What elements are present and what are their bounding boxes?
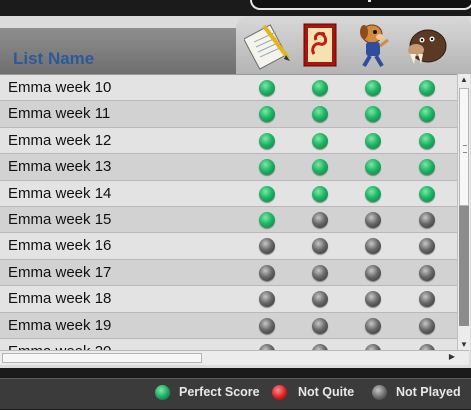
perfect-score-dot [365, 80, 381, 96]
list-row[interactable]: Emma week 15 [0, 206, 457, 234]
perfect-score-dot [365, 185, 381, 202]
list-row[interactable]: Emma week 16 [0, 233, 457, 260]
not-played-dot [312, 238, 328, 255]
perfect-score-dot [419, 132, 435, 149]
notepad-pencil-icon[interactable] [243, 20, 292, 70]
list-row[interactable]: Emma week 10 [0, 75, 457, 102]
perfect-score-dot [419, 185, 435, 202]
scroll-up-icon[interactable]: ▲ [458, 74, 470, 86]
not-played-dot [259, 317, 275, 334]
list-name: Emma week 10 [8, 79, 112, 96]
perfect-score-dot [259, 80, 275, 96]
not-played-dot [365, 317, 381, 334]
not-played-dot [312, 264, 328, 281]
frame-notch [368, 0, 371, 2]
not-played-icon [372, 385, 387, 400]
not-played-dot [365, 291, 381, 308]
list-row[interactable]: Emma week 14 [0, 180, 457, 207]
scroll-right-icon[interactable]: ▶ [449, 352, 455, 361]
not-played-dot [312, 291, 328, 308]
vertical-scrollbar[interactable]: ▲ ▼ [457, 74, 470, 351]
perfect-score-dot [259, 106, 275, 123]
list-row[interactable]: Emma week 12 [0, 127, 457, 155]
scroll-track[interactable] [459, 206, 469, 326]
grip-icon [463, 145, 467, 153]
list-name-header[interactable]: List Name [13, 49, 94, 69]
perfect-score-icon [155, 385, 170, 400]
not-quite-icon [272, 385, 287, 400]
perfect-score-dot [259, 159, 275, 176]
list-row[interactable]: Emma week 18 [0, 286, 457, 313]
legend-perfect-label: Perfect Score [179, 385, 260, 399]
cartoon-dog-icon[interactable] [350, 20, 398, 70]
not-played-dot [419, 238, 435, 255]
perfect-score-dot [312, 159, 328, 176]
perfect-score-dot [312, 185, 328, 202]
not-played-dot [419, 264, 435, 281]
not-played-dot [259, 291, 275, 308]
list-row[interactable]: Emma week 17 [0, 259, 457, 287]
horizontal-scrollbar[interactable]: ▶ [0, 350, 469, 365]
top-frame [250, 0, 471, 10]
perfect-score-dot [312, 132, 328, 149]
scroll-thumb[interactable] [459, 88, 469, 206]
perfect-score-dot [365, 159, 381, 176]
perfect-score-dot [419, 159, 435, 176]
list-name: Emma week 11 [8, 105, 111, 123]
legend-not-played-label: Not Played [396, 385, 461, 399]
not-played-dot [312, 317, 328, 334]
not-played-dot [419, 211, 435, 228]
not-played-dot [365, 238, 381, 255]
list-name: Emma week 12 [8, 131, 112, 149]
dragon-scroll-icon[interactable] [296, 20, 344, 70]
list-name: Emma week 16 [8, 237, 112, 255]
perfect-score-dot [365, 106, 381, 123]
perfect-score-dot [259, 132, 275, 149]
list-row[interactable]: Emma week 13 [0, 154, 457, 181]
scores-grid: Emma week 10 Emma week 11 Emma week 12 Emma… [0, 74, 457, 351]
not-played-dot [365, 211, 381, 228]
list-name: Emma week 17 [8, 263, 112, 281]
perfect-score-dot [259, 211, 275, 228]
walrus-icon[interactable] [402, 20, 450, 70]
not-played-dot [259, 264, 275, 281]
perfect-score-dot [419, 80, 435, 96]
not-played-dot [419, 317, 435, 334]
perfect-score-dot [419, 106, 435, 123]
not-played-dot [365, 264, 381, 281]
perfect-score-dot [259, 185, 275, 202]
perfect-score-dot [365, 132, 381, 149]
perfect-score-dot [312, 80, 328, 96]
legend-bar: Perfect Score Not Quite Not Played [0, 378, 471, 409]
hscroll-thumb[interactable] [2, 353, 202, 363]
list-name: Emma week 15 [8, 210, 112, 228]
perfect-score-dot [312, 106, 328, 123]
not-played-dot [259, 238, 275, 255]
list-name: Emma week 13 [8, 158, 112, 176]
list-name: Emma week 19 [8, 316, 112, 334]
list-row[interactable]: Emma week 19 [0, 312, 457, 339]
list-name: Emma week 14 [8, 184, 112, 202]
not-played-dot [312, 211, 328, 228]
not-played-dot [419, 291, 435, 308]
legend-not-quite-label: Not Quite [298, 385, 355, 399]
list-name: Emma week 18 [8, 290, 112, 308]
list-row[interactable]: Emma week 11 [0, 101, 457, 128]
